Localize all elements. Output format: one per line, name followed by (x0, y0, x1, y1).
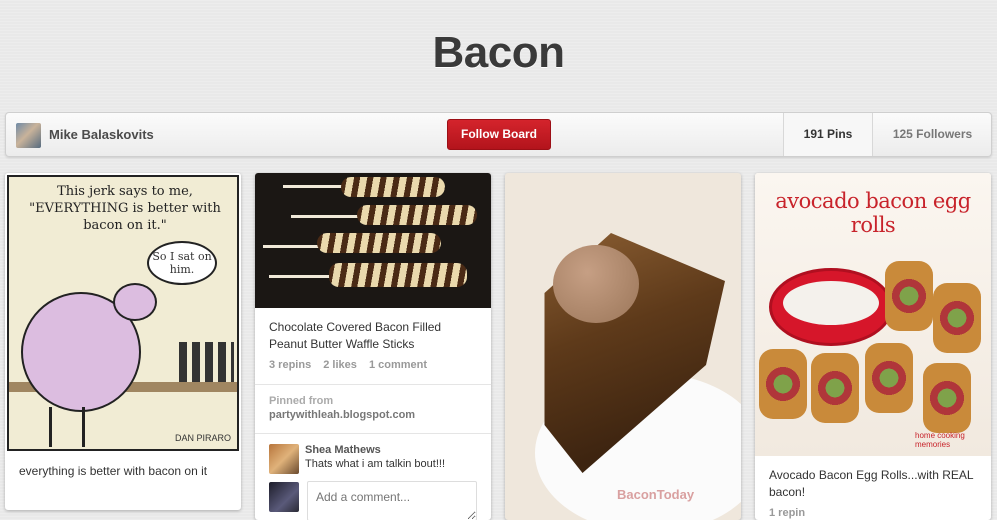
waffle-stick (329, 263, 467, 287)
divider (255, 384, 491, 385)
pin-card[interactable]: avocado bacon egg rolls home cooking mem… (755, 173, 991, 520)
board-title: Bacon (432, 28, 565, 77)
commenter-avatar[interactable] (269, 444, 299, 474)
pin-stats: 1 repin (769, 507, 814, 519)
image-title-text: avocado bacon egg rolls (775, 189, 971, 237)
current-user-avatar (269, 482, 299, 512)
dip-sauce (783, 281, 879, 325)
waffle-stick (357, 205, 477, 225)
stick (269, 275, 335, 278)
like-count[interactable]: 2 likes (323, 359, 357, 371)
repin-count[interactable]: 1 repin (769, 507, 805, 519)
egg-roll (811, 353, 859, 423)
waffle-stick (317, 233, 441, 253)
artist-signature: DAN PIRARO (174, 433, 231, 443)
stick (263, 245, 323, 248)
add-comment-input[interactable] (307, 481, 477, 520)
pin-stats: 3 repins 2 likes 1 comment (269, 359, 436, 371)
pin-card[interactable]: BaconToday (505, 173, 741, 520)
cartoon-pig-head (113, 283, 157, 321)
pinned-from-label: Pinned from (269, 395, 334, 407)
owner-avatar[interactable] (16, 123, 41, 148)
image-brand-watermark: home cooking memories (915, 431, 965, 449)
follow-board-button[interactable]: Follow Board (447, 119, 551, 150)
waffle-stick (341, 177, 445, 197)
image-watermark: BaconToday (617, 487, 695, 502)
cartoon-bottles (179, 342, 234, 382)
stick (291, 215, 361, 218)
pin-description[interactable]: everything is better with bacon on it (19, 463, 231, 480)
cartoon-caption: This jerk says to me, "EVERYTHING is bet… (29, 184, 221, 233)
egg-roll (885, 261, 933, 331)
pin-description[interactable]: Chocolate Covered Bacon Filled Peanut Bu… (269, 319, 479, 353)
pin-card[interactable]: Chocolate Covered Bacon Filled Peanut Bu… (255, 173, 491, 520)
pin-card[interactable]: This jerk says to me, "EVERYTHING is bet… (5, 173, 241, 510)
pin-image-egg-rolls[interactable]: avocado bacon egg rolls home cooking mem… (755, 173, 991, 456)
owner-name[interactable]: Mike Balaskovits (49, 127, 154, 142)
comment-count[interactable]: 1 comment (369, 359, 427, 371)
cartoon-stool (49, 407, 85, 447)
repin-count[interactable]: 3 repins (269, 359, 311, 371)
egg-roll (933, 283, 981, 353)
comment-text: Thats what i am talkin bout!!! (305, 458, 446, 470)
egg-roll (923, 363, 971, 433)
egg-roll (865, 343, 913, 413)
commenter-name[interactable]: Shea Mathews (305, 444, 381, 456)
pins-count-tab[interactable]: 191 Pins (783, 113, 872, 156)
board-header-bar: Mike Balaskovits Follow Board 191 Pins 1… (5, 112, 992, 157)
pin-source-link[interactable]: partywithleah.blogspot.com (269, 409, 415, 421)
followers-count-tab[interactable]: 125 Followers (872, 113, 992, 156)
pin-image-cartoon[interactable]: This jerk says to me, "EVERYTHING is bet… (7, 175, 239, 451)
egg-roll (759, 349, 807, 419)
speech-bubble: So I sat on him. (147, 241, 217, 285)
pie-whipped-topping (553, 245, 639, 323)
pin-image-waffle-sticks[interactable] (255, 173, 491, 308)
pin-description[interactable]: Avocado Bacon Egg Rolls...with REAL baco… (769, 467, 979, 501)
stick (283, 185, 343, 188)
divider (255, 433, 491, 434)
